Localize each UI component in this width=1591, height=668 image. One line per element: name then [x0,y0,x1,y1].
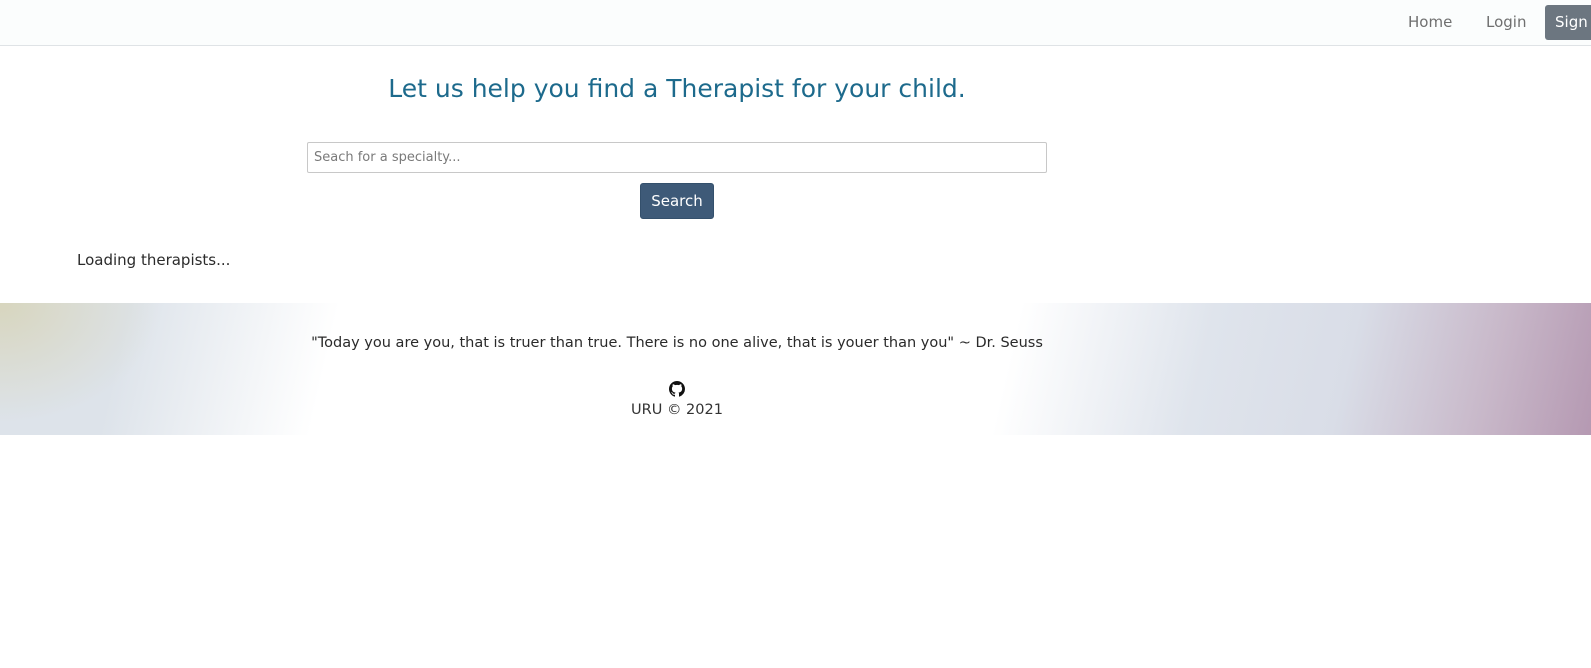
nav-login-link[interactable]: Login [1486,13,1526,31]
github-icon[interactable] [669,381,685,397]
nav-home-link[interactable]: Home [1408,13,1452,31]
footer-copyright: URU © 2021 [631,402,723,418]
nav-signup-button[interactable]: Sign [1545,5,1591,40]
footer: "Today you are you, that is truer than t… [0,303,1591,435]
specialty-search-input[interactable] [307,142,1047,173]
search-button[interactable]: Search [640,183,714,219]
footer-quote: "Today you are you, that is truer than t… [311,335,1043,351]
page-title: Let us help you find a Therapist for you… [388,74,966,103]
loading-status-text: Loading therapists... [77,251,231,269]
top-navbar: Home Login Sign [0,0,1591,46]
